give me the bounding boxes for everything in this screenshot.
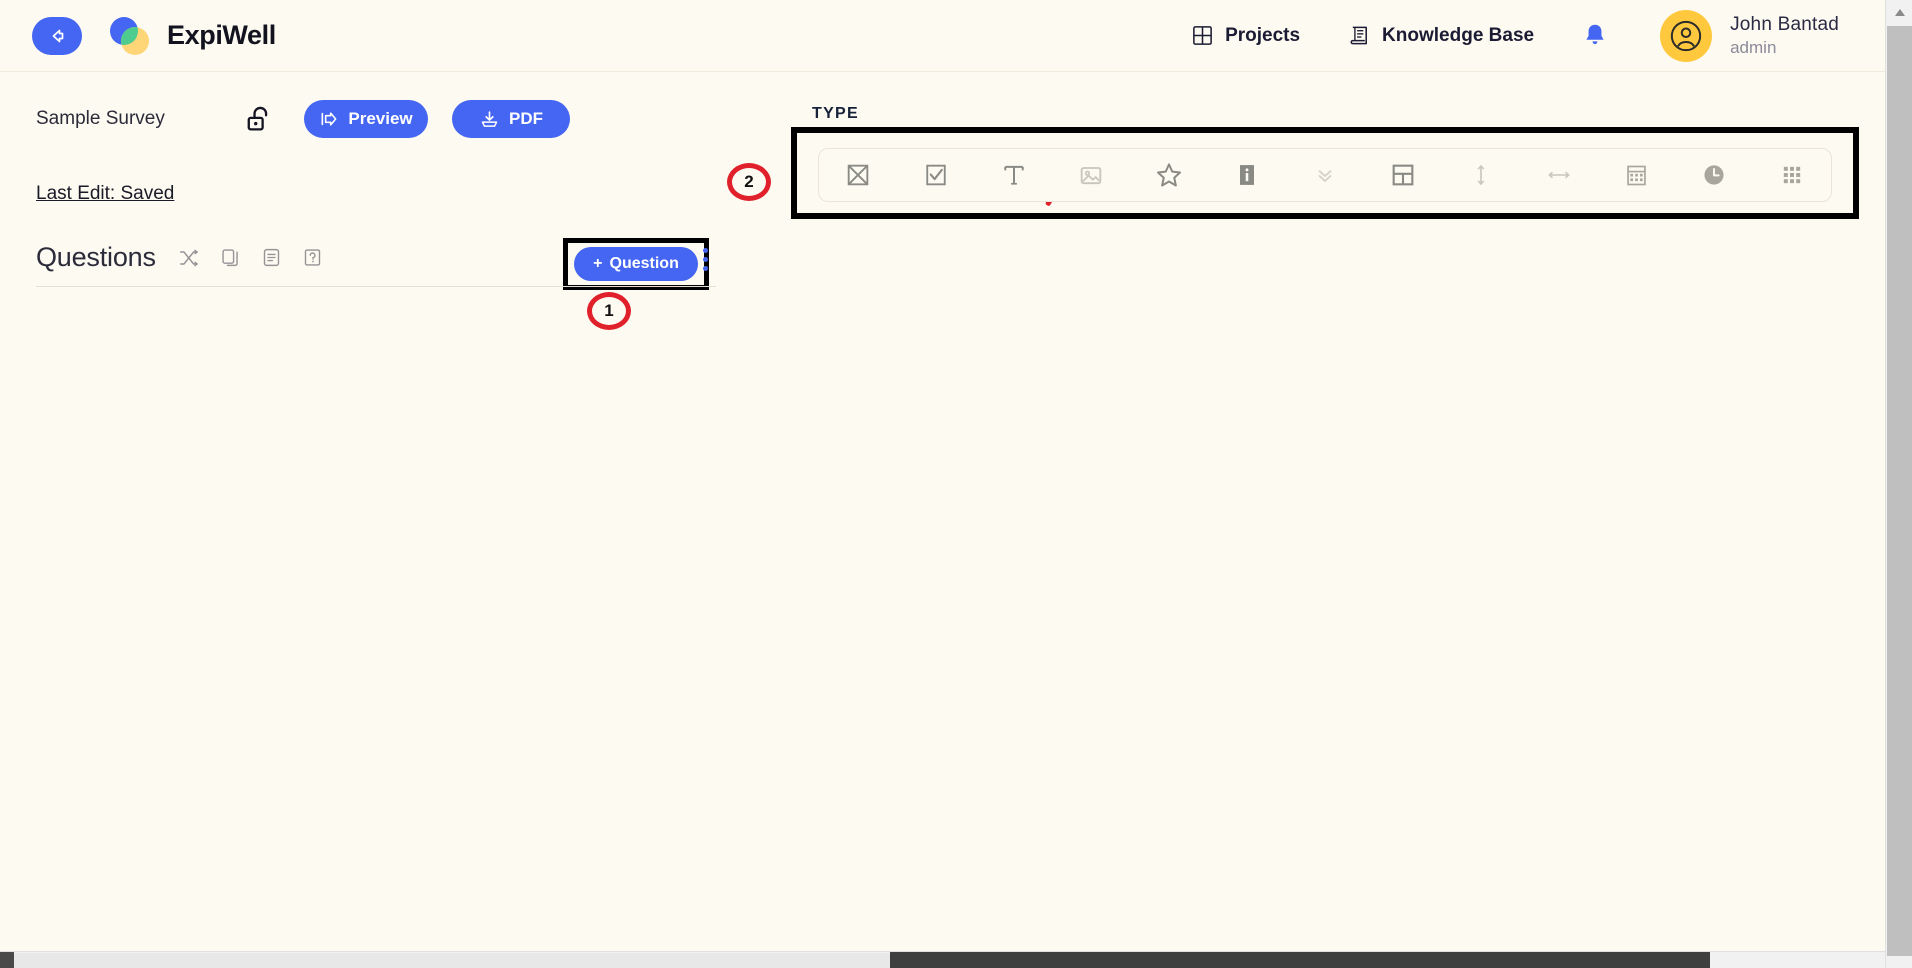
nav-knowledge-base[interactable]: Knowledge Base — [1348, 24, 1534, 47]
type-layout-icon[interactable] — [1364, 149, 1442, 201]
preview-button[interactable]: Preview — [304, 100, 428, 138]
duplicate-icon[interactable] — [220, 247, 241, 268]
type-multiple-choice-icon[interactable] — [819, 149, 897, 201]
avatar[interactable] — [1660, 9, 1713, 62]
help-icon[interactable] — [302, 247, 323, 268]
horizontal-scrollbar-left-cap[interactable] — [0, 952, 14, 968]
add-question-label: Question — [609, 255, 679, 272]
nav-knowledge-base-label: Knowledge Base — [1382, 24, 1535, 46]
type-dropdown-icon[interactable] — [1286, 149, 1364, 201]
scroll-up-arrow[interactable] — [1886, 0, 1912, 24]
vertical-scrollbar-thumb[interactable] — [1887, 26, 1912, 956]
last-edit-status[interactable]: Last Edit: Saved — [36, 183, 174, 205]
type-text-icon[interactable] — [975, 149, 1053, 201]
grid-icon — [1193, 26, 1212, 45]
type-panel-label: TYPE — [812, 105, 859, 122]
horizontal-scrollbar-track[interactable] — [890, 952, 1710, 968]
type-horizontal-slider-icon[interactable] — [1520, 149, 1598, 201]
header-right-group: Projects Knowledge Base John Bantad admi… — [1191, 9, 1885, 62]
shuffle-icon[interactable] — [178, 247, 200, 269]
book-icon — [1350, 26, 1368, 45]
type-image-icon[interactable] — [1053, 149, 1131, 201]
brand-logo[interactable]: ExpiWell — [106, 16, 276, 56]
preview-label: Preview — [348, 109, 413, 128]
questions-divider — [36, 286, 716, 287]
bell-icon — [1586, 24, 1604, 44]
annotation-marker-1: 1 — [587, 292, 631, 330]
pdf-label: PDF — [509, 109, 543, 128]
app-header: ExpiWell Projects Knowledge Base John Ba… — [0, 0, 1885, 72]
annotation-marker-2: 2 — [727, 163, 771, 201]
user-avatar-icon — [1670, 20, 1702, 51]
notes-icon[interactable] — [261, 247, 282, 268]
survey-header-row: Sample Survey Preview PDF — [36, 100, 570, 138]
download-icon — [481, 110, 498, 127]
survey-title: Sample Survey — [36, 108, 165, 129]
type-matrix-icon[interactable] — [1753, 149, 1831, 201]
page-title: Questions — [36, 242, 156, 272]
arrow-left-icon — [52, 29, 64, 42]
type-calendar-icon[interactable] — [1597, 149, 1675, 201]
expiwell-logo-mark — [106, 16, 154, 56]
horizontal-scrollbar-thumb[interactable] — [14, 953, 890, 968]
add-question-highlight: + Question — [563, 238, 709, 290]
notifications-button[interactable] — [1582, 22, 1608, 50]
add-question-plus: + — [593, 255, 603, 272]
horizontal-scrollbar[interactable] — [0, 951, 1885, 968]
user-role: admin — [1730, 37, 1777, 57]
add-question-button[interactable]: + Question — [574, 247, 698, 281]
unlock-icon[interactable] — [244, 104, 272, 134]
user-name: John Bantad — [1730, 13, 1839, 35]
type-star-rating-icon[interactable] — [1130, 149, 1208, 201]
type-toolbar — [818, 148, 1832, 202]
vertical-scrollbar[interactable] — [1885, 0, 1912, 968]
type-vertical-slider-icon[interactable] — [1442, 149, 1520, 201]
more-vertical-icon[interactable] — [703, 248, 708, 271]
type-clock-icon[interactable] — [1675, 149, 1753, 201]
nav-projects[interactable]: Projects — [1191, 24, 1300, 47]
type-checkbox-icon[interactable] — [897, 149, 975, 201]
user-menu[interactable]: John Bantad admin — [1730, 14, 1839, 58]
pdf-button[interactable]: PDF — [452, 100, 570, 138]
brand-name: ExpiWell — [167, 20, 276, 50]
preview-arrow-icon — [321, 112, 337, 126]
type-info-icon[interactable] — [1208, 149, 1286, 201]
questions-header: Questions — [36, 242, 323, 273]
nav-projects-label: Projects — [1225, 24, 1301, 46]
back-button[interactable] — [32, 16, 82, 55]
